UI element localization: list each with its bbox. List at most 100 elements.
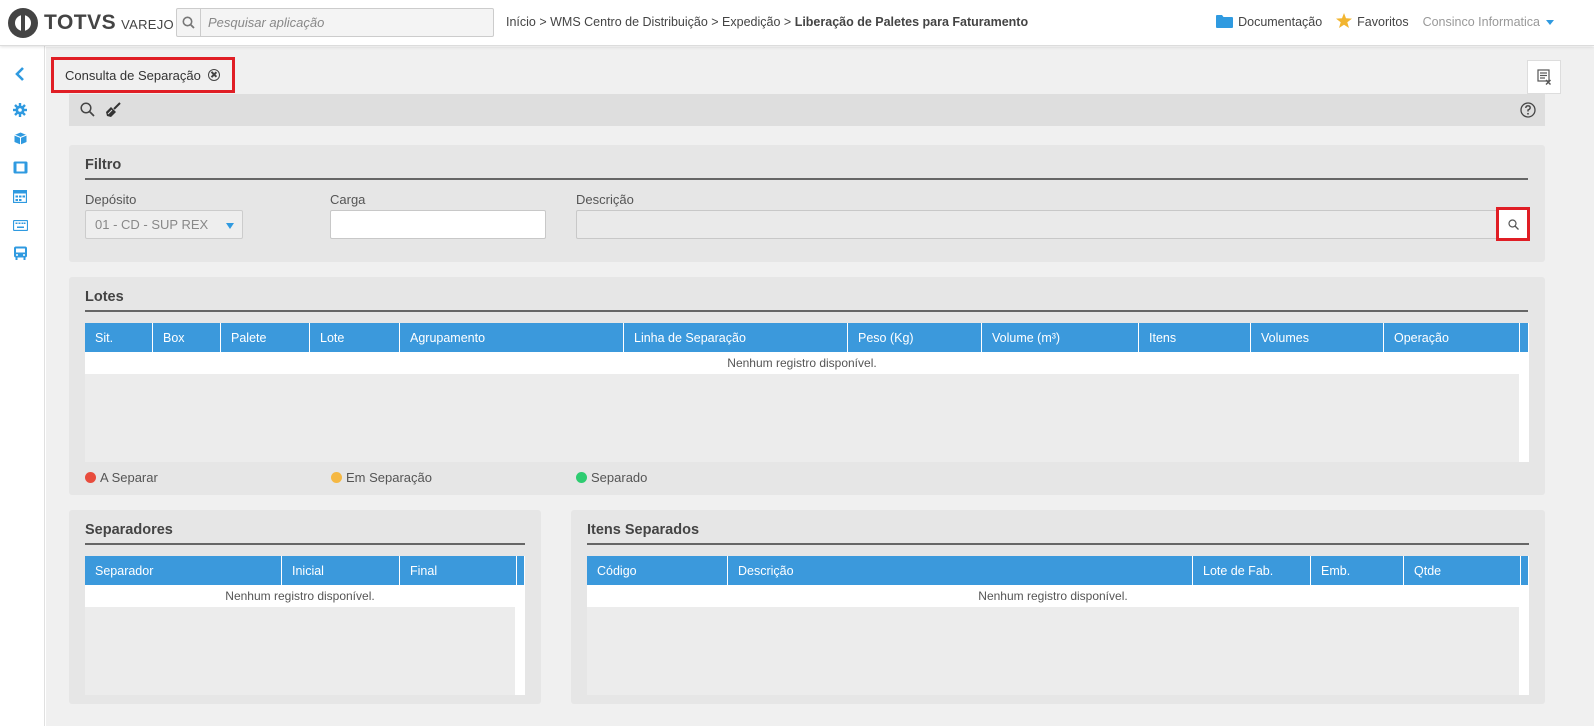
scrollbar[interactable] bbox=[1519, 352, 1529, 462]
star-icon bbox=[1336, 13, 1353, 31]
totvs-logo[interactable]: TOTVS VAREJO bbox=[8, 8, 174, 38]
lotes-title: Lotes bbox=[85, 289, 124, 305]
bus-icon[interactable] bbox=[12, 245, 28, 261]
deposito-value: 01 - CD - SUP REX bbox=[95, 217, 209, 232]
legend-label: A Separar bbox=[100, 470, 158, 485]
separadores-panel: Separadores Separador Inicial Final Nenh… bbox=[69, 510, 541, 704]
column-header[interactable]: Operação bbox=[1384, 323, 1520, 352]
film-icon[interactable] bbox=[12, 159, 28, 175]
search-input[interactable] bbox=[201, 9, 481, 36]
itens-grid-body bbox=[587, 607, 1519, 695]
separadores-grid-body bbox=[85, 607, 515, 695]
search-icon[interactable] bbox=[177, 9, 201, 36]
itens-grid-header: Código Descrição Lote de Fab. Emb. Qtde bbox=[587, 556, 1529, 585]
totvs-logo-mark bbox=[8, 8, 38, 38]
scrollbar[interactable] bbox=[1519, 585, 1529, 695]
top-bar: TOTVS VAREJO Início > WMS Centro de Dist… bbox=[0, 0, 1594, 46]
divider bbox=[587, 543, 1529, 545]
status-dot-yellow bbox=[331, 472, 342, 483]
separadores-title: Separadores bbox=[85, 522, 173, 538]
legend-label: Em Separação bbox=[346, 470, 432, 485]
legend-em-separacao: Em Separação bbox=[331, 470, 432, 485]
status-dot-green bbox=[576, 472, 587, 483]
column-header[interactable]: Box bbox=[153, 323, 221, 352]
app-search bbox=[176, 8, 494, 37]
legend-label: Separado bbox=[591, 470, 648, 485]
column-header[interactable]: Emb. bbox=[1311, 556, 1404, 585]
column-header[interactable]: Sit. bbox=[85, 323, 153, 352]
scrollbar[interactable] bbox=[515, 585, 525, 695]
descricao-lookup-button[interactable] bbox=[1496, 207, 1530, 241]
toolbar bbox=[69, 94, 1545, 126]
lotes-grid: Sit. Box Palete Lote Agrupamento Linha d… bbox=[85, 323, 1529, 462]
status-dot-red bbox=[85, 472, 96, 483]
carga-input[interactable] bbox=[330, 210, 546, 239]
column-header[interactable]: Separador bbox=[85, 556, 282, 585]
user-menu[interactable]: Consinco Informatica bbox=[1423, 15, 1554, 29]
carga-label: Carga bbox=[330, 192, 366, 207]
column-header[interactable]: Linha de Separação bbox=[624, 323, 848, 352]
breadcrumb-path[interactable]: Início > WMS Centro de Distribuição > Ex… bbox=[506, 15, 795, 29]
separadores-grid-header: Separador Inicial Final bbox=[85, 556, 525, 585]
brand-subtitle: VAREJO bbox=[121, 17, 174, 32]
column-header[interactable]: Volume (m³) bbox=[982, 323, 1139, 352]
itens-separados-panel: Itens Separados Código Descrição Lote de… bbox=[571, 510, 1545, 704]
lotes-panel: Lotes Sit. Box Palete Lote Agrupamento L… bbox=[69, 277, 1545, 495]
cube-icon[interactable] bbox=[12, 130, 28, 146]
column-header-spacer bbox=[1520, 323, 1529, 352]
favorites-link[interactable]: Favoritos bbox=[1336, 13, 1409, 31]
empty-message: Nenhum registro disponível. bbox=[85, 585, 515, 607]
search-icon[interactable] bbox=[80, 102, 95, 120]
breadcrumb: Início > WMS Centro de Distribuição > Ex… bbox=[506, 15, 1028, 29]
tab-consulta-separacao[interactable]: Consulta de Separação bbox=[51, 57, 235, 93]
close-all-tabs-button[interactable] bbox=[1527, 60, 1561, 94]
descricao-input bbox=[576, 210, 1498, 239]
column-header[interactable]: Volumes bbox=[1251, 323, 1384, 352]
window-list-icon bbox=[1537, 69, 1551, 85]
filter-title: Filtro bbox=[85, 157, 122, 173]
header-actions: Documentação Favoritos Consinco Informat… bbox=[1202, 13, 1554, 31]
brand-name: TOTVS bbox=[44, 11, 117, 34]
lotes-grid-body bbox=[85, 374, 1519, 462]
legend-a-separar: A Separar bbox=[85, 470, 158, 485]
column-header[interactable]: Peso (Kg) bbox=[848, 323, 982, 352]
itens-separados-grid: Código Descrição Lote de Fab. Emb. Qtde … bbox=[587, 556, 1529, 695]
column-header[interactable]: Itens bbox=[1139, 323, 1251, 352]
separadores-grid: Separador Inicial Final Nenhum registro … bbox=[85, 556, 525, 695]
broom-icon[interactable] bbox=[105, 102, 121, 121]
collapse-icon[interactable] bbox=[12, 66, 28, 82]
divider bbox=[85, 178, 1528, 180]
gear-icon[interactable] bbox=[12, 102, 28, 118]
column-header[interactable]: Código bbox=[587, 556, 728, 585]
legend-separado: Separado bbox=[576, 470, 647, 485]
documentation-label: Documentação bbox=[1238, 15, 1323, 29]
user-name: Consinco Informatica bbox=[1422, 15, 1540, 29]
calendar-grid-icon[interactable] bbox=[12, 188, 28, 204]
divider bbox=[85, 310, 1528, 312]
chevron-down-icon bbox=[1546, 19, 1554, 25]
chevron-down-icon bbox=[226, 223, 234, 229]
column-header[interactable]: Lote bbox=[310, 323, 400, 352]
column-header[interactable]: Lote de Fab. bbox=[1193, 556, 1311, 585]
help-icon[interactable] bbox=[1520, 102, 1536, 121]
sidebar bbox=[0, 46, 45, 726]
column-header[interactable]: Descrição bbox=[728, 556, 1193, 585]
documentation-link[interactable]: Documentação bbox=[1216, 14, 1322, 31]
column-header[interactable]: Inicial bbox=[282, 556, 400, 585]
deposito-select[interactable]: 01 - CD - SUP REX bbox=[85, 210, 243, 239]
search-icon bbox=[1507, 218, 1519, 230]
column-header[interactable]: Final bbox=[400, 556, 517, 585]
keyboard-icon[interactable] bbox=[12, 217, 28, 233]
empty-message: Nenhum registro disponível. bbox=[85, 352, 1519, 374]
breadcrumb-current: Liberação de Paletes para Faturamento bbox=[794, 15, 1029, 29]
itens-separados-title: Itens Separados bbox=[587, 522, 700, 538]
column-header[interactable]: Palete bbox=[221, 323, 310, 352]
divider bbox=[85, 543, 525, 545]
descricao-label: Descrição bbox=[576, 192, 634, 207]
folder-icon bbox=[1216, 14, 1234, 31]
column-header[interactable]: Agrupamento bbox=[400, 323, 624, 352]
column-header[interactable]: Qtde bbox=[1404, 556, 1521, 585]
empty-message: Nenhum registro disponível. bbox=[587, 585, 1519, 607]
close-icon[interactable] bbox=[207, 69, 220, 81]
filter-panel: Filtro Depósito 01 - CD - SUP REX Carga … bbox=[69, 145, 1545, 262]
